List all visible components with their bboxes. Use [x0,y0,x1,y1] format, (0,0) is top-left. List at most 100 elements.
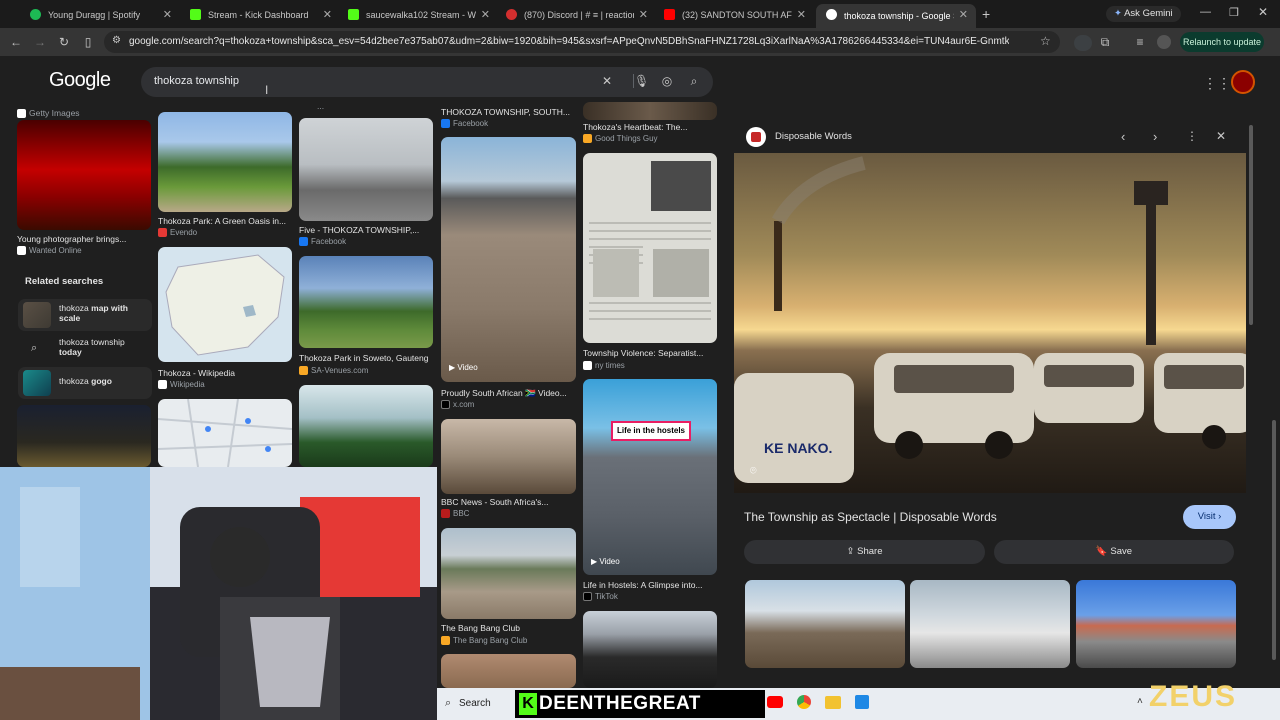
image-result-hostels[interactable]: Life in the hostels ▶ Video [583,379,717,575]
image-source[interactable]: BBC [441,509,469,518]
image-result-top-partial[interactable] [583,102,717,120]
image-caption[interactable]: Thokoza Park in Soweto, Gauteng [299,353,428,363]
image-result-newspaper[interactable] [583,153,717,343]
address-bar[interactable]: ⚙ google.com/search?q=thokoza+township&s… [104,31,1060,53]
image-caption[interactable]: Five - THOKOZA TOWNSHIP,... [299,225,419,235]
voice-search-icon[interactable]: 🎙 [633,74,649,88]
image-source[interactable]: Good Things Guy [583,134,658,143]
tab-youtube[interactable]: (32) SANDTON SOUTH AFRICA ✕ [654,4,814,26]
profile-icon[interactable] [1157,35,1171,49]
image-source[interactable]: x.com [441,400,474,409]
image-source[interactable]: ny times [583,361,625,370]
related-search-gogo[interactable]: thokoza gogo [18,367,152,399]
preview-scrollbar[interactable] [1249,125,1253,325]
image-caption[interactable]: Thokoza's Heartbeat: The... [583,122,687,132]
close-preview-icon[interactable]: ✕ [1216,129,1226,143]
image-source[interactable]: Wanted Online [17,246,82,255]
image-caption[interactable]: THOKOZA TOWNSHIP, SOUTH... [441,107,570,117]
lens-icon[interactable]: ◎ [660,74,674,88]
site-info-icon[interactable]: ⚙ [112,35,121,46]
image-result-park-lake[interactable] [299,256,433,348]
back-icon[interactable]: ← [8,34,24,50]
image-source[interactable]: Facebook [441,119,488,128]
image-caption[interactable]: Life in Hostels: A Glimpse into... [583,580,703,590]
image-source[interactable]: The Bang Bang Club [441,636,527,645]
image-result-man-field[interactable] [299,385,433,467]
chrome-app-icon[interactable] [797,695,811,709]
app-icon[interactable] [855,695,869,709]
image-result-road[interactable] [299,118,433,221]
forward-icon[interactable]: → [32,34,48,50]
image-result-bang-bang-club[interactable] [441,528,576,619]
taskbar-search[interactable]: Search [459,698,491,709]
next-icon[interactable]: › [1153,129,1157,144]
image-result-group-photo[interactable] [583,611,717,688]
reload-icon[interactable]: ↻ [56,34,72,50]
search-icon[interactable]: ⌕ [687,74,701,88]
image-source[interactable]: Getty Images [17,108,80,118]
image-result-house[interactable] [441,654,576,688]
bookmark-star-icon[interactable]: ☆ [1040,34,1051,48]
close-icon[interactable]: ✕ [959,8,968,21]
related-search-today[interactable]: ⌕ thokoza township today [18,333,152,365]
close-icon[interactable]: ✕ [163,8,172,21]
image-source[interactable]: Evendo [158,228,197,237]
tab-kick-dashboard[interactable]: Stream - Kick Dashboard ✕ [180,4,340,26]
image-caption[interactable]: BBC News - South Africa's... [441,497,548,507]
more-options-icon[interactable]: ⋮ [1186,129,1198,143]
save-button[interactable]: 🔖 Save [994,540,1234,564]
tab-spotify[interactable]: Young Duragg | Spotify ✕ [20,4,180,26]
maximize-icon[interactable]: ❐ [1229,6,1239,19]
image-caption[interactable]: Township Violence: Separatist... [583,348,703,358]
related-image-1[interactable] [745,580,905,668]
tab-google-search[interactable]: thokoza township - Google Sea ✕ [816,4,976,28]
share-button[interactable]: ⇪ Share [744,540,985,564]
image-result-thokoza-park[interactable] [158,112,292,212]
image-result-night-town[interactable] [17,405,151,467]
preview-source[interactable]: Disposable Words [775,131,852,142]
close-window-icon[interactable]: ✕ [1258,5,1268,19]
close-icon[interactable]: ✕ [481,8,490,21]
image-result-red-building[interactable] [17,120,151,230]
search-icon[interactable]: ⌕ [445,697,451,710]
apps-grid-icon[interactable]: ⋮⋮ [1203,75,1231,92]
puzzle-icon[interactable]: ⧉ [1097,34,1113,50]
previous-icon[interactable]: ‹ [1121,129,1125,144]
page-scrollbar[interactable] [1272,420,1276,660]
youtube-app-icon[interactable] [767,696,783,708]
related-search-map[interactable]: thokoza map with scale [18,299,152,331]
close-icon[interactable]: ✕ [323,8,332,21]
image-result-street-map[interactable] [158,399,292,467]
google-logo[interactable]: Google [49,69,111,92]
image-source[interactable]: Facebook [299,237,346,246]
image-result-street-smoke[interactable]: ▶ Video [441,137,576,382]
sidebar-icon[interactable]: ▯ [80,34,96,50]
avatar[interactable] [1231,70,1255,94]
visit-button[interactable]: Visit › [1183,505,1236,529]
image-result-bbc-news[interactable] [441,419,576,494]
search-input[interactable]: thokoza township ✕ 🎙 ◎ ⌕ [141,67,713,97]
reading-list-icon[interactable]: ≡ [1132,34,1148,50]
minimize-icon[interactable]: — [1200,6,1211,18]
related-image-3[interactable] [1076,580,1236,668]
image-source[interactable]: SA-Venues.com [299,366,368,375]
image-source[interactable]: TikTok [583,592,618,601]
image-caption[interactable]: Proudly South African 🇿🇦 Video... [441,388,567,399]
close-icon[interactable]: ✕ [639,8,648,21]
image-caption[interactable]: The Bang Bang Club [441,623,520,633]
chevron-up-icon[interactable]: ˄ [1137,696,1143,707]
preview-image[interactable]: KE NAKO. ⌾ [734,153,1246,493]
image-caption[interactable]: Thokoza - Wikipedia [158,368,235,378]
file-explorer-icon[interactable] [825,696,841,709]
relaunch-button[interactable]: Relaunch to update [1180,32,1264,52]
new-tab-icon[interactable]: + [982,6,990,22]
tab-discord[interactable]: (870) Discord | # ≡ | reactions ✕ [496,4,656,26]
image-caption[interactable]: Thokoza Park: A Green Oasis in... [158,216,286,226]
tab-kick-stream[interactable]: saucewalka102 Stream - Watch ✕ [338,4,498,26]
related-image-2[interactable] [910,580,1070,668]
lens-search-icon[interactable]: ⌾ [750,465,757,478]
image-caption[interactable]: Young photographer brings... [17,234,126,244]
close-icon[interactable]: ✕ [797,8,806,21]
image-result-map-south-africa[interactable] [158,247,292,362]
extension-icon[interactable] [1074,35,1092,51]
